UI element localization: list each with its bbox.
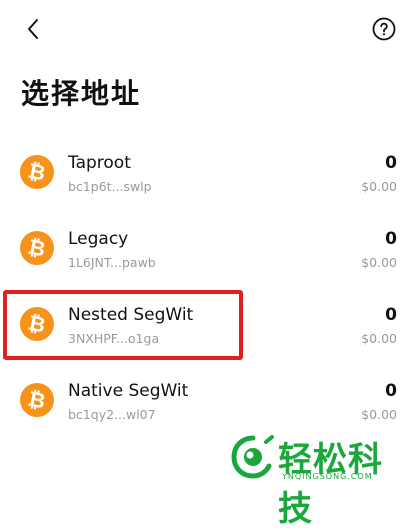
bitcoin-icon: ₿ xyxy=(20,383,54,417)
fiat-balance: $0.00 xyxy=(361,407,397,422)
address-item-native-segwit[interactable]: ₿ Native SegWit bc1qy2...wl07 0 $0.00 xyxy=(0,362,419,438)
question-circle-icon xyxy=(372,17,396,41)
address-type-label: Taproot xyxy=(68,153,131,173)
watermark-text: 轻松科技 xyxy=(278,440,383,529)
address-item-taproot[interactable]: ₿ Taproot bc1p6t...swlp 0 $0.00 xyxy=(0,134,419,210)
watermark-subtext: YNQINGSONG.COM xyxy=(282,472,373,481)
back-button[interactable] xyxy=(20,14,46,44)
chevron-left-icon xyxy=(28,19,38,39)
top-bar xyxy=(0,0,419,60)
watermark-logo-icon xyxy=(231,435,274,479)
address-value: 3NXHPF...o1ga xyxy=(68,331,160,346)
balance-amount: 0 xyxy=(385,381,397,401)
balance-amount: 0 xyxy=(385,305,397,325)
bitcoin-icon: ₿ xyxy=(20,155,54,189)
watermark: 轻松科技 YNQINGSONG.COM xyxy=(230,432,416,529)
bitcoin-glyph: ₿ xyxy=(26,233,48,262)
fiat-balance: $0.00 xyxy=(361,331,397,346)
address-list: ₿ Taproot bc1p6t...swlp 0 $0.00 ₿ Legacy… xyxy=(0,134,419,438)
fiat-balance: $0.00 xyxy=(361,255,397,270)
fiat-balance: $0.00 xyxy=(361,179,397,194)
address-value: bc1qy2...wl07 xyxy=(68,407,156,422)
address-value: 1L6JNT...pawb xyxy=(68,255,156,270)
bitcoin-glyph: ₿ xyxy=(26,157,48,186)
help-button[interactable] xyxy=(372,17,396,41)
bitcoin-icon: ₿ xyxy=(20,231,54,265)
bitcoin-glyph: ₿ xyxy=(26,385,48,414)
balance-amount: 0 xyxy=(385,153,397,173)
address-type-label: Native SegWit xyxy=(68,381,189,401)
address-item-legacy[interactable]: ₿ Legacy 1L6JNT...pawb 0 $0.00 xyxy=(0,210,419,286)
bitcoin-icon: ₿ xyxy=(20,307,54,341)
page-title: 选择地址 xyxy=(21,77,142,110)
balance-amount: 0 xyxy=(385,229,397,249)
bitcoin-glyph: ₿ xyxy=(26,309,48,338)
address-value: bc1p6t...swlp xyxy=(68,179,152,194)
address-type-label: Legacy xyxy=(68,229,129,249)
address-item-nested-segwit[interactable]: ₿ Nested SegWit 3NXHPF...o1ga 0 $0.00 xyxy=(0,286,419,362)
address-type-label: Nested SegWit xyxy=(68,305,194,325)
